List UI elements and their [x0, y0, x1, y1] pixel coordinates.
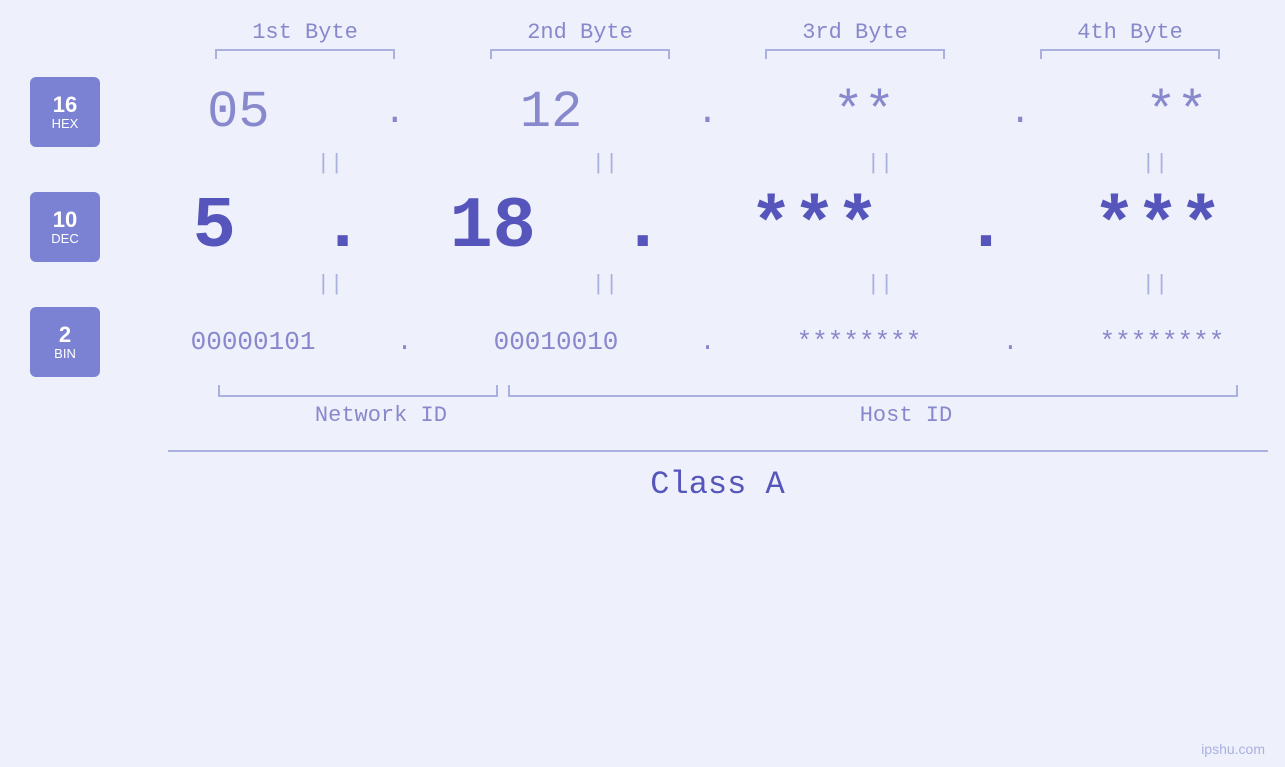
- eq2-b1: ||: [230, 272, 430, 297]
- bracket-1: [215, 49, 395, 59]
- bin-b1: 00000101: [191, 327, 316, 357]
- byte2-label: 2nd Byte: [470, 20, 690, 45]
- eq2-b4: ||: [1055, 272, 1255, 297]
- class-section: Class A: [168, 450, 1268, 503]
- dec-badge: 10 DEC: [30, 192, 100, 262]
- id-labels: Network ID Host ID: [168, 403, 1268, 428]
- class-label: Class A: [168, 466, 1268, 503]
- dec-b2: 18: [449, 186, 535, 268]
- dec-dot-3: .: [964, 191, 1007, 263]
- hex-b1: 05: [207, 83, 269, 142]
- dec-dot-2: .: [621, 191, 664, 263]
- hex-b3: **: [833, 83, 895, 142]
- top-brackets: [168, 49, 1268, 59]
- equals-row-1: || || || ||: [193, 151, 1285, 176]
- byte3-label: 3rd Byte: [745, 20, 965, 45]
- eq2-b3: ||: [780, 272, 980, 297]
- hex-dot-2: .: [697, 92, 719, 133]
- bin-badge-num: 2: [59, 323, 71, 347]
- bottom-line: [168, 450, 1268, 452]
- host-bracket: [508, 385, 1238, 397]
- hex-b2: 12: [520, 83, 582, 142]
- bottom-brackets: [168, 385, 1268, 397]
- bin-dot-2: .: [700, 327, 716, 357]
- bin-b2: 00010010: [494, 327, 619, 357]
- eq1-b1: ||: [230, 151, 430, 176]
- bin-dot-3: .: [1003, 327, 1019, 357]
- byte-headers: 1st Byte 2nd Byte 3rd Byte 4th Byte: [168, 20, 1268, 45]
- byte4-label: 4th Byte: [1020, 20, 1240, 45]
- network-bracket: [218, 385, 498, 397]
- dec-b1: 5: [193, 186, 236, 268]
- dec-dot-1: .: [321, 191, 364, 263]
- dec-badge-num: 10: [53, 208, 77, 232]
- byte1-label: 1st Byte: [195, 20, 415, 45]
- hex-badge-num: 16: [53, 93, 77, 117]
- watermark: ipshu.com: [1201, 741, 1265, 757]
- main-container: 1st Byte 2nd Byte 3rd Byte 4th Byte 16 H…: [0, 0, 1285, 767]
- bracket-2: [490, 49, 670, 59]
- hex-badge-label: HEX: [52, 117, 79, 131]
- dec-values: 5 . 18 . *** . ***: [150, 186, 1265, 268]
- host-id-label: Host ID: [544, 403, 1267, 428]
- dec-b4: ***: [1093, 186, 1223, 268]
- bin-b3: ********: [797, 327, 922, 357]
- dec-b3: ***: [749, 186, 879, 268]
- hex-dot-1: .: [384, 92, 406, 133]
- hex-badge: 16 HEX: [30, 77, 100, 147]
- dec-badge-label: DEC: [51, 232, 78, 246]
- bracket-3: [765, 49, 945, 59]
- bin-row: 2 BIN 00000101 . 00010010 . ******** . *…: [0, 307, 1285, 377]
- bin-badge: 2 BIN: [30, 307, 100, 377]
- bracket-4: [1040, 49, 1220, 59]
- dec-row: 10 DEC 5 . 18 . *** . ***: [0, 186, 1285, 268]
- eq1-b4: ||: [1055, 151, 1255, 176]
- hex-b4: **: [1145, 83, 1207, 142]
- bin-badge-label: BIN: [54, 347, 76, 361]
- equals-row-2: || || || ||: [193, 272, 1285, 297]
- eq1-b2: ||: [505, 151, 705, 176]
- hex-dot-3: .: [1009, 92, 1031, 133]
- network-id-label: Network ID: [218, 403, 545, 428]
- hex-values: 05 . 12 . ** . **: [150, 83, 1265, 142]
- hex-row: 16 HEX 05 . 12 . ** . **: [0, 77, 1285, 147]
- eq2-b2: ||: [505, 272, 705, 297]
- bin-values: 00000101 . 00010010 . ******** . *******…: [150, 327, 1265, 357]
- eq1-b3: ||: [780, 151, 980, 176]
- bin-dot-1: .: [397, 327, 413, 357]
- bin-b4: ********: [1100, 327, 1225, 357]
